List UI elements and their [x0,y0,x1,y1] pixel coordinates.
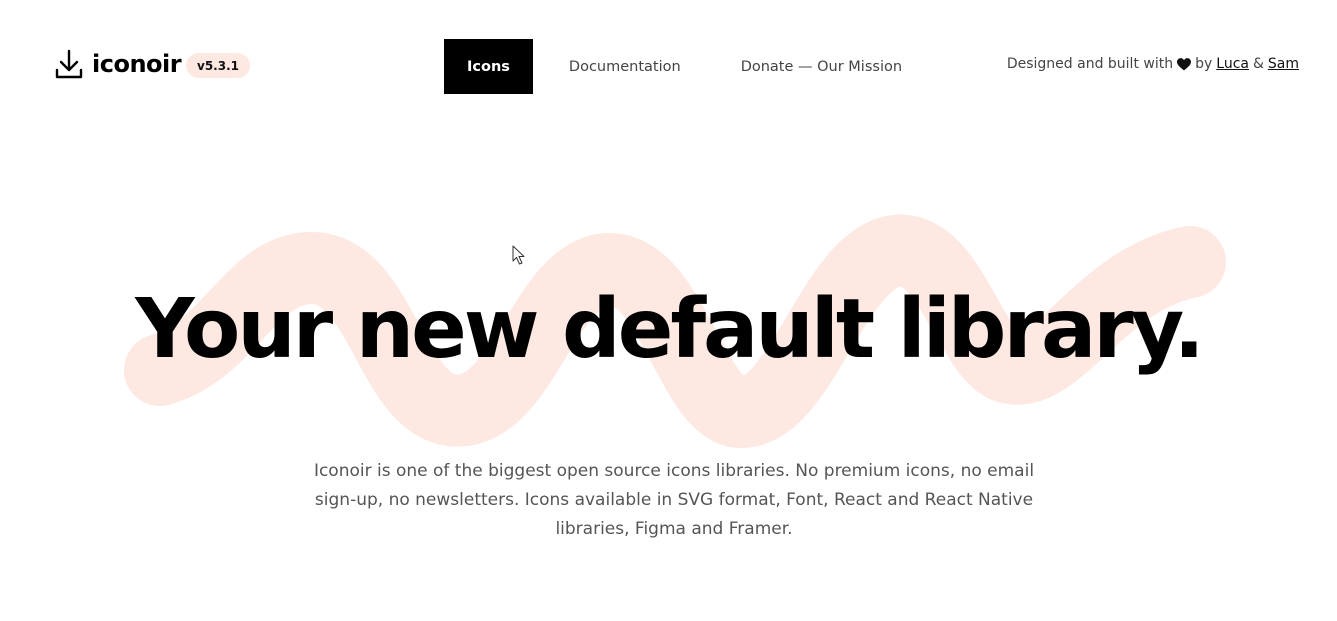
nav-item-documentation[interactable]: Documentation [569,39,681,94]
version-badge: v5.3.1 [186,53,250,78]
download-icon [55,49,83,79]
mouse-pointer-icon [512,245,525,265]
heart-icon [1177,57,1192,70]
hero-description: Iconoir is one of the biggest open sourc… [313,461,1035,539]
hero-title: Your new default library. [135,282,1205,377]
nav-item-icons[interactable]: Icons [444,39,533,94]
author-link-luca[interactable]: Luca [1216,56,1249,72]
logo[interactable]: iconoir [54,46,182,82]
main-nav: Icons Documentation Donate — Our Mission [444,39,902,94]
author-link-sam[interactable]: Sam [1268,56,1299,72]
credit-prefix: Designed and built with [1006,56,1174,72]
credit-amp: & [1252,56,1264,72]
logo-text: iconoir [92,50,182,78]
credit-by: by [1195,56,1213,72]
nav-item-donate[interactable]: Donate — Our Mission [741,39,902,94]
credit-line: Designed and built with by Luca & Sam [1007,56,1299,72]
page: iconoir v5.3.1 Icons Documentation Donat… [0,0,1337,621]
